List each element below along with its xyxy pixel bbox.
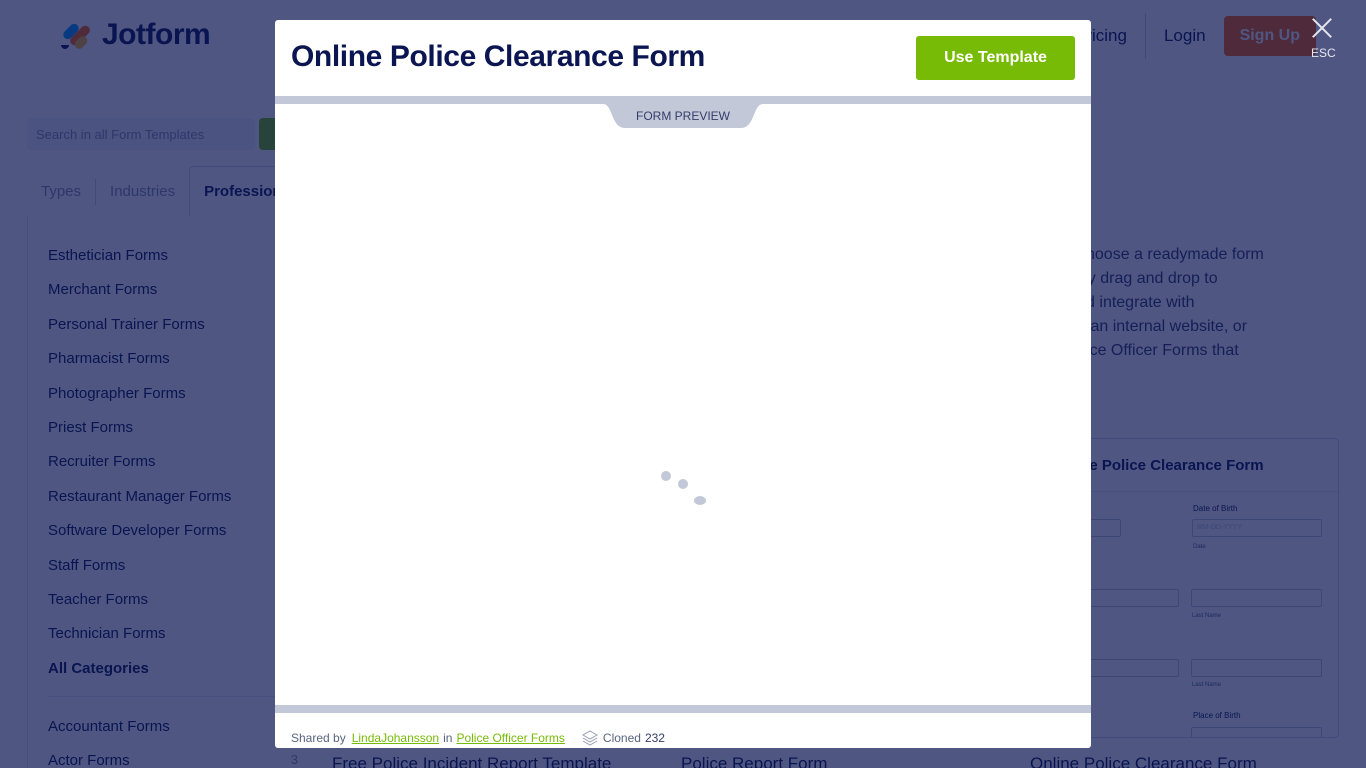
form-preview-area [275,104,1091,705]
preview-top-bar [275,96,1091,104]
shared-by-label: Shared by [291,731,346,745]
close-icon[interactable] [1305,12,1339,46]
use-template-button[interactable]: Use Template [916,36,1075,80]
spinner-dot [678,479,688,489]
layers-icon [581,730,598,746]
preview-bottom-bar [275,705,1091,713]
preview-tab-label: FORM PREVIEW [635,109,730,123]
modal-title: Online Police Clearance Form [291,40,705,73]
category-link[interactable]: Police Officer Forms [456,731,564,745]
cloned-label: Cloned [602,731,641,745]
spinner-dot [694,496,706,505]
template-preview-modal: Online Police Clearance Form Use Templat… [275,20,1091,748]
spinner-dot [661,471,671,481]
esc-label[interactable]: ESC [1311,46,1336,60]
modal-footer: Shared by LindaJohansson in Police Offic… [291,729,665,747]
cloned-count: 232 [644,731,665,745]
in-label: in [443,731,453,745]
author-link[interactable]: LindaJohansson [352,731,439,745]
form-preview-tab: FORM PREVIEW [603,104,763,128]
loading-spinner [658,468,708,508]
